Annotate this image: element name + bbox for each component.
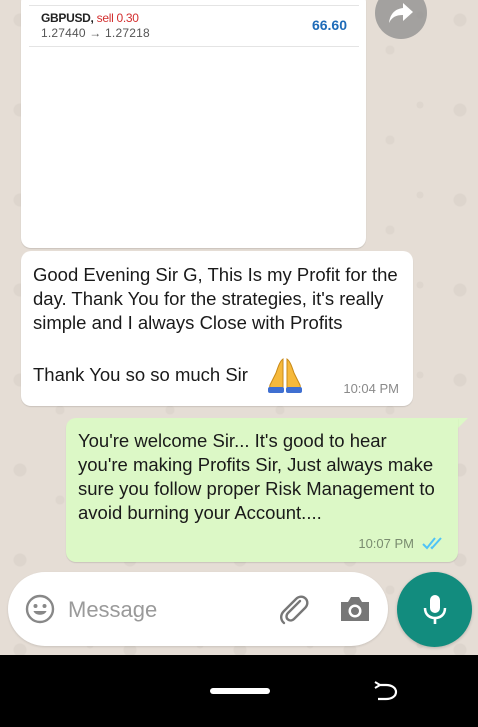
image-message-bubble[interactable]: GBPUSD, sell 0.30 1.27440 → 1.27218 66.6… [21, 0, 366, 248]
outgoing-message-time: 10:07 PM [358, 536, 414, 551]
message-composer [8, 572, 388, 646]
incoming-message-bubble[interactable]: Good Evening Sir G, This Is my Profit fo… [21, 251, 413, 406]
outgoing-message-text: You're welcome Sir... It's good to hear … [78, 430, 435, 523]
folded-hands-icon [268, 358, 302, 393]
home-gesture-bar[interactable] [210, 688, 270, 694]
camera-icon[interactable] [338, 594, 372, 624]
read-ticks-icon [422, 537, 442, 550]
system-navigation-bar [0, 655, 478, 727]
trade-side: sell 0.30 [96, 11, 139, 25]
incoming-message-time: 10:04 PM [343, 381, 399, 396]
trade-symbol-line: GBPUSD, sell 0.30 [41, 11, 139, 25]
trade-row: GBPUSD, sell 0.30 1.27440 → 1.27218 66.6… [29, 5, 359, 47]
rotate-icon[interactable] [372, 679, 400, 705]
mic-button[interactable] [397, 572, 472, 647]
mic-icon [423, 594, 446, 624]
forward-icon [389, 3, 413, 23]
trade-prices: 1.27440 → 1.27218 [41, 26, 150, 40]
trade-profit: 66.60 [311, 17, 347, 33]
trade-symbol: GBPUSD, [41, 11, 94, 25]
message-input[interactable] [66, 592, 270, 628]
incoming-message-text-line2: Thank You so so much Sir [33, 364, 248, 385]
incoming-message-text: Good Evening Sir G, This Is my Profit fo… [33, 264, 398, 333]
attach-icon[interactable] [276, 592, 312, 628]
emoji-icon[interactable] [25, 594, 55, 624]
outgoing-message-bubble[interactable]: You're welcome Sir... It's good to hear … [66, 418, 458, 562]
